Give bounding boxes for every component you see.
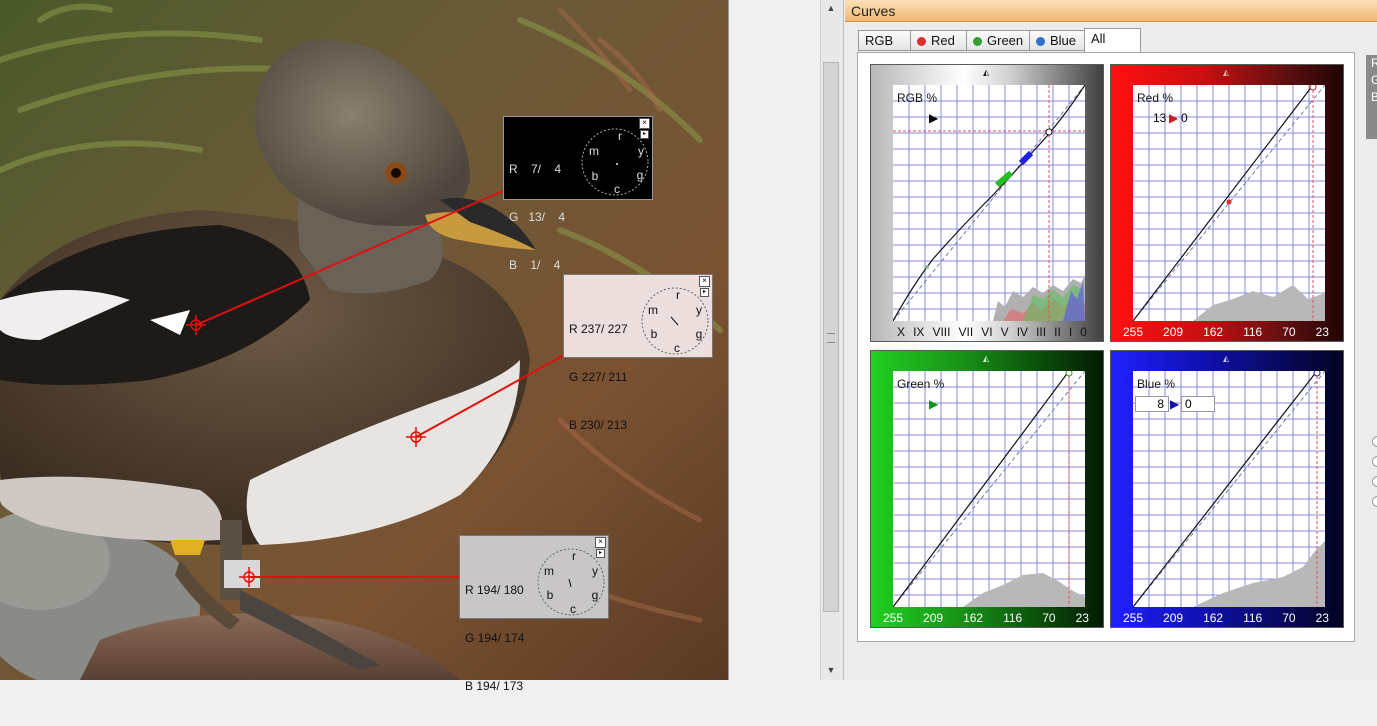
tab-label: Blue [1050,33,1077,48]
probe-r-value: R 7/ 4 [509,162,562,176]
red-output-value[interactable]: 0 [1181,111,1188,125]
radio-option-2[interactable] [1372,456,1377,467]
tab-label: Green [987,33,1024,48]
play-arrow-icon[interactable]: ▶ [929,111,938,125]
tab-label: All [1091,31,1106,46]
wheel-c: c [570,602,576,616]
radio-option-3[interactable] [1372,476,1377,487]
graph-label: RGB % [897,91,938,105]
wheel-b: b [592,169,599,183]
wheel-m: m [648,303,658,317]
play-arrow-icon[interactable]: ▶ [929,397,938,411]
probe-b-value: B 194/ 173 [465,679,524,693]
tab-label: RGB [865,33,894,48]
probe-g-value: G 13/ 4 [509,210,566,224]
red-dot-icon [917,37,926,46]
x-axis-ticks: 255 209 162 116 70 23 [883,611,1089,625]
workspace-gap [728,0,821,680]
graph-label: Red % [1137,91,1174,105]
play-arrow-icon[interactable]: ▶ [1170,397,1179,411]
grip-icon [827,333,835,343]
wheel-b: b [547,588,554,602]
panel-title: Curves [845,0,1377,22]
probe-b-value: B 1/ 4 [509,258,561,272]
graph-label: Blue % [1137,377,1176,391]
probe-r-value: R 194/ 180 [465,583,524,597]
wheel-g: g [696,327,703,341]
wheel-m: m [544,564,554,578]
rgb-plot[interactable] [893,85,1085,321]
graph-handle-icon[interactable]: ◭ [983,354,989,363]
vertical-scrollbar[interactable]: ▲ ▼ [820,0,843,680]
wheel-g: g [637,168,644,182]
side-tab-g: G [1371,73,1377,87]
blue-dot-icon [1036,37,1045,46]
graph-label: Green % [897,377,945,391]
red-input-value[interactable]: 13 [1153,111,1166,125]
wheel-y: y [638,144,644,158]
wheel-c: c [674,341,680,355]
scrollbar-thumb[interactable] [823,62,839,612]
wheel-r: r [572,549,576,563]
color-probe-1[interactable]: × ▸ R 7/ 4 G 13/ 4 B 1/ 4 r y g c b m [503,116,653,272]
play-arrow-icon[interactable]: ▶ [1169,111,1178,125]
wheel-m: m [589,144,599,158]
radio-option-4[interactable] [1372,496,1377,507]
tab-rgb[interactable]: RGB [858,30,913,51]
x-axis-ticks: X IX VIII VII VI V IV III II I 0 [897,325,1087,339]
probe-g-value: G 227/ 211 [569,370,628,384]
green-plot[interactable] [893,371,1085,607]
color-wheel-icon: r y g c b m [581,128,649,196]
rgb-curve-graph[interactable]: ◭ RGB % ▶ X IX VIII VII VI V IV III II I 0 [870,64,1104,342]
wheel-y: y [696,303,702,317]
color-wheel-icon: r y g c b m [641,287,709,355]
wheel-g: g [592,588,599,602]
wheel-y: y [592,564,598,578]
side-panel-tab[interactable]: R G B [1366,55,1377,139]
probe-b-value: B 230/ 213 [569,418,628,432]
wheel-c: c [614,182,620,196]
graph-handle-icon[interactable]: ◭ [1223,68,1229,77]
scroll-down-icon[interactable]: ▼ [821,662,841,678]
blue-input-field[interactable]: 8 [1135,396,1169,412]
side-tab-r: R [1371,56,1377,70]
tab-green[interactable]: Green [966,30,1031,51]
probe-r-value: R 237/ 227 [569,322,628,336]
color-wheel-icon: r y g c b m [537,548,605,616]
tab-red[interactable]: Red [910,30,968,51]
green-curve-graph[interactable]: ◭ Green % ▶ 255 209 162 116 70 23 [870,350,1104,628]
tab-all[interactable]: All [1084,28,1141,52]
tab-label: Red [931,33,955,48]
wheel-b: b [651,327,658,341]
x-axis-ticks: 255 209 162 116 70 23 [1123,325,1329,339]
radio-option-1[interactable] [1372,436,1377,447]
wheel-r: r [618,129,622,143]
scroll-up-icon[interactable]: ▲ [821,0,841,16]
side-tab-b: B [1371,90,1377,104]
red-curve-graph[interactable]: ◭ Red % 13 ▶ 0 255 209 162 116 70 23 [1110,64,1344,342]
green-dot-icon [973,37,982,46]
probe-g-value: G 194/ 174 [465,631,525,645]
graph-handle-icon[interactable]: ◭ [1223,354,1229,363]
wheel-r: r [676,288,680,302]
color-probe-2[interactable]: × ▸ R 237/ 227 G 227/ 211 B 230/ 213 r y… [563,274,713,432]
graph-handle-icon[interactable]: ◭ [983,68,989,77]
blue-curve-graph[interactable]: ◭ Blue % 8 ▶ 0 255 209 162 116 70 23 [1110,350,1344,628]
x-axis-ticks: 255 209 162 116 70 23 [1123,611,1329,625]
color-probe-3[interactable]: × ▸ R 194/ 180 G 194/ 174 B 194/ 173 r y… [459,535,609,693]
blue-output-field[interactable]: 0 [1181,396,1215,412]
tab-blue[interactable]: Blue [1029,30,1085,51]
